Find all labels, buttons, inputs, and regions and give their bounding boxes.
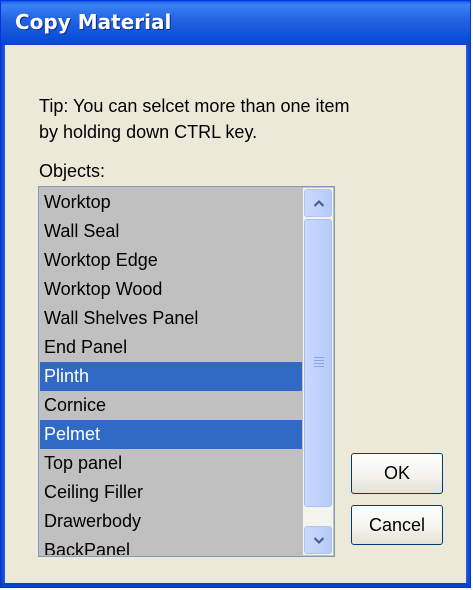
window-frame-right: [466, 45, 470, 587]
copy-material-dialog: Copy Material Tip: You can selcet more t…: [0, 0, 471, 588]
window-frame-bottom: [1, 583, 470, 587]
list-item[interactable]: Pelmet: [40, 420, 302, 449]
objects-list: Worktop Wall Seal Worktop Edge Worktop Wood…: [40, 188, 302, 555]
scroll-down-button[interactable]: [304, 526, 332, 554]
cancel-button[interactable]: Cancel: [351, 505, 443, 545]
list-item[interactable]: BackPanel: [40, 536, 302, 555]
chevron-down-icon: [313, 537, 325, 545]
list-item[interactable]: Worktop Wood: [40, 275, 302, 304]
objects-label: Objects:: [39, 161, 106, 181]
objects-listbox[interactable]: Worktop Wall Seal Worktop Edge Worktop Wood…: [38, 186, 335, 557]
chevron-up-icon: [313, 199, 325, 207]
tip-line-1: Tip: You can selcet more than one item: [39, 96, 350, 116]
list-item[interactable]: Worktop Edge: [40, 246, 302, 275]
list-item[interactable]: Worktop: [40, 188, 302, 217]
list-item[interactable]: Wall Shelves Panel: [40, 304, 302, 333]
scroll-thumb[interactable]: [304, 219, 332, 507]
dialog-title: Copy Material: [15, 10, 172, 34]
title-bar[interactable]: Copy Material: [1, 1, 470, 45]
window-frame-left: [1, 45, 5, 587]
vertical-scrollbar[interactable]: [303, 188, 333, 555]
tip-text: Tip: You can selcet more than one item b…: [39, 93, 350, 145]
list-item[interactable]: Ceiling Filler: [40, 478, 302, 507]
list-item[interactable]: Wall Seal: [40, 217, 302, 246]
tip-line-2: by holding down CTRL key.: [39, 122, 258, 142]
grip-icon: [314, 357, 324, 369]
ok-button[interactable]: OK: [351, 453, 443, 494]
list-item[interactable]: Cornice: [40, 391, 302, 420]
list-item[interactable]: Drawerbody: [40, 507, 302, 536]
scroll-up-button[interactable]: [304, 189, 332, 217]
list-item[interactable]: Plinth: [40, 362, 302, 391]
list-item[interactable]: End Panel: [40, 333, 302, 362]
list-item[interactable]: Top panel: [40, 449, 302, 478]
